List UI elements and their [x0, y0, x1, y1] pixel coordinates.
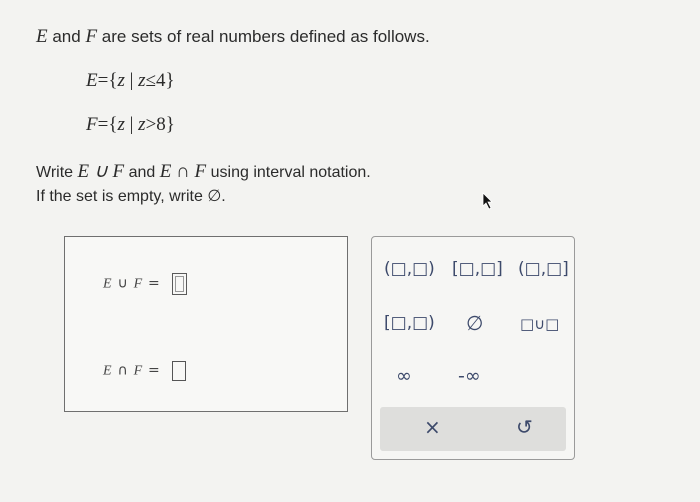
intersection-answer-input[interactable] [171, 361, 186, 381]
mouse-cursor-icon [482, 192, 493, 210]
intersection-answer-row: E ∩ F = [103, 361, 186, 381]
clear-icon[interactable]: × [424, 415, 441, 439]
intro-set-e: E [36, 26, 48, 47]
undo-icon[interactable]: ↺ [516, 415, 533, 439]
union-answer-input[interactable] [171, 273, 187, 295]
negative-infinity-button[interactable]: -∞ [458, 365, 481, 387]
problem-intro: E and F are sets of real numbers defined… [36, 26, 430, 48]
instruction-line-2: If the set is empty, write ∅. [36, 188, 226, 205]
intro-set-f: F [85, 26, 98, 47]
answer-box: E ∪ F = E ∩ F = [64, 236, 348, 412]
math-palette: (□,□) [□,□] (□,□] [□,□) ∅ □∪□ ∞ -∞ × ↺ [371, 236, 575, 460]
set-f-definition: F={z | z>8} [86, 114, 175, 135]
open-closed-interval-button[interactable]: (□,□] [518, 259, 569, 279]
union-answer-row: E ∪ F = [103, 273, 187, 295]
closed-open-interval-button[interactable]: [□,□) [384, 313, 435, 333]
union-button[interactable]: □∪□ [520, 315, 559, 333]
palette-action-bar: × ↺ [380, 407, 566, 451]
empty-set-button[interactable]: ∅ [466, 311, 483, 335]
open-open-interval-button[interactable]: (□,□) [384, 259, 435, 279]
intro-text: are sets of real numbers defined as foll… [101, 27, 430, 46]
instruction-line-1: Write E ∪ F and E ∩ F using interval not… [36, 161, 371, 182]
closed-closed-interval-button[interactable]: [□,□] [452, 259, 503, 279]
infinity-button[interactable]: ∞ [396, 365, 412, 387]
intro-and: and [52, 27, 81, 46]
set-e-definition: E={z | z≤4} [86, 70, 175, 91]
